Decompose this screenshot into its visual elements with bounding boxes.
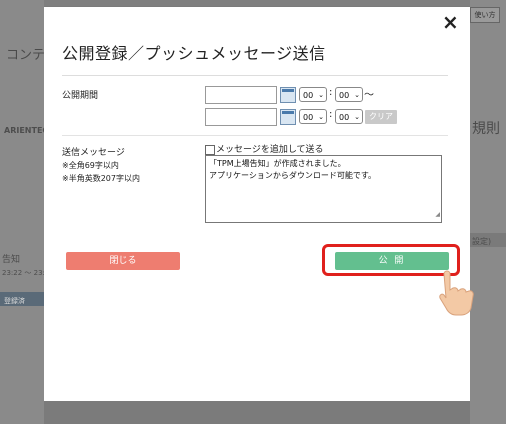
dialog-title: 公開登録／プッシュメッセージ送信 (62, 44, 326, 63)
background-topbar (0, 0, 506, 6)
background-right-panel (470, 0, 506, 424)
message-note-fullwidth: ※全角69字以内 (62, 161, 119, 170)
divider (62, 135, 448, 136)
message-label: 送信メッセージ (62, 148, 125, 158)
add-message-label[interactable]: メッセージを追加して送る (216, 142, 324, 155)
calendar-icon[interactable] (280, 109, 296, 125)
period-label: 公開期間 (62, 91, 99, 101)
background-button: 登録済 (4, 297, 25, 305)
start-minute-value: 00 (339, 91, 350, 100)
background-section: 告知 (2, 255, 21, 265)
chevron-down-icon: ⌄ (354, 113, 360, 121)
end-minute-value: 00 (339, 113, 350, 122)
background-heading: コンテ (6, 48, 46, 63)
background-time: 23:22 ～ 23: (2, 269, 45, 277)
chevron-down-icon: ⌄ (318, 91, 324, 99)
resize-handle-icon[interactable]: ◢ (435, 209, 440, 221)
start-minute-select[interactable]: 00 ⌄ (335, 87, 363, 102)
message-note-halfwidth: ※半角英数207字以内 (62, 174, 140, 183)
time-colon: : (329, 87, 333, 98)
start-hour-value: 00 (303, 91, 314, 100)
chevron-down-icon: ⌄ (354, 91, 360, 99)
add-message-checkbox[interactable] (205, 145, 215, 155)
message-line-2: アプリケーションからダウンロード可能です。 (209, 171, 377, 180)
clear-button[interactable]: クリア (365, 110, 397, 124)
pointing-hand-icon (439, 270, 474, 316)
end-minute-select[interactable]: 00 ⌄ (335, 109, 363, 124)
background-right-heading: 規則 (472, 121, 500, 137)
close-icon[interactable]: × (442, 12, 459, 32)
start-hour-select[interactable]: 00 ⌄ (299, 87, 327, 102)
background-left-panel (0, 0, 44, 424)
start-date-input[interactable] (205, 86, 277, 104)
chevron-down-icon: ⌄ (318, 113, 324, 121)
end-hour-select[interactable]: 00 ⌄ (299, 109, 327, 124)
calendar-icon[interactable] (280, 87, 296, 103)
close-button[interactable]: 閉じる (66, 252, 180, 270)
divider (62, 75, 448, 76)
message-textarea[interactable]: 「TPM上場告知」が作成されました。 アプリケーションからダウンロード可能です。… (205, 155, 442, 223)
time-colon: : (329, 109, 333, 120)
background-tab: 使い方 (470, 7, 500, 23)
end-date-input[interactable] (205, 108, 277, 126)
range-separator: ～ (364, 90, 374, 101)
background-logo: ARIENTEC (4, 126, 49, 135)
background-badge: 設定) (472, 237, 492, 246)
message-line-1: 「TPM上場告知」が作成されました。 (209, 159, 346, 168)
end-hour-value: 00 (303, 113, 314, 122)
